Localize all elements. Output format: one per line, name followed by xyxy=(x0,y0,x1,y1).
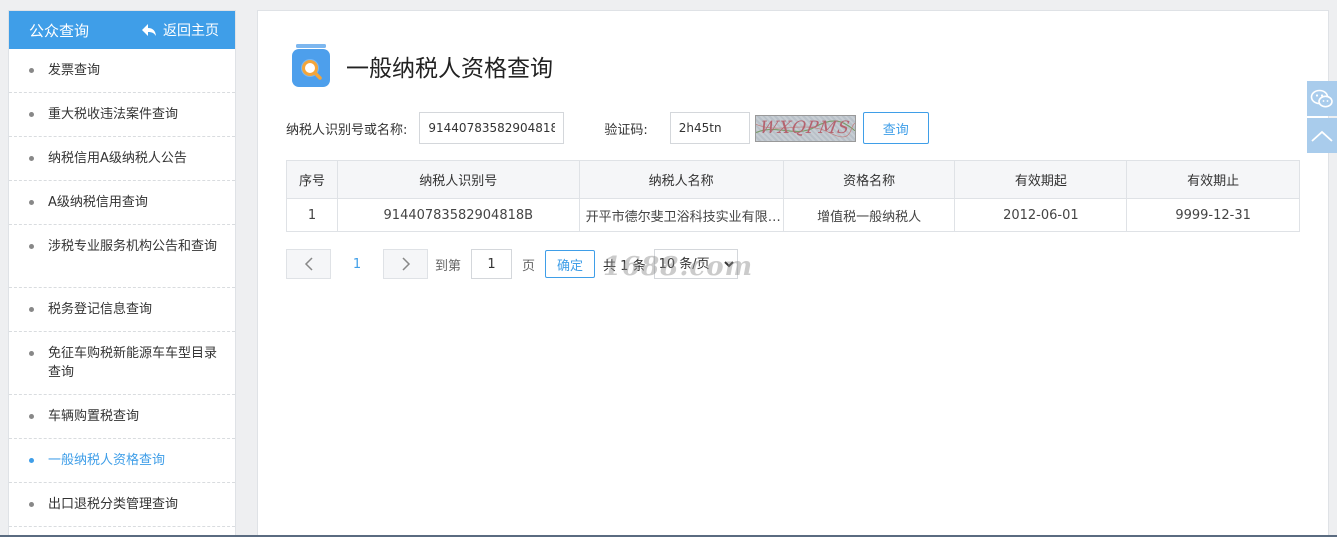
sidebar-menu: 发票查询 重大税收违法案件查询 纳税信用A级纳税人公告 A级纳税信用查询 涉税专… xyxy=(9,49,235,527)
col-header-index: 序号 xyxy=(286,160,338,199)
bullet-icon xyxy=(29,112,34,117)
taxid-input[interactable] xyxy=(419,112,565,144)
search-document-icon xyxy=(292,44,330,87)
table-row: 1 91440783582904818B 开平市德尔斐卫浴科技实业有限公司 增值… xyxy=(286,198,1300,232)
sidebar-item-tax-agency-query[interactable]: 涉税专业服务机构公告和查询 xyxy=(9,225,235,288)
captcha-text: WXQPMS xyxy=(758,118,853,138)
bullet-icon xyxy=(29,156,34,161)
float-toolbar xyxy=(1307,81,1337,155)
sidebar-item-label: 车辆购置税查询 xyxy=(48,409,140,424)
bullet-icon xyxy=(29,502,34,507)
sidebar-item-label: 发票查询 xyxy=(48,63,101,78)
back-home-link[interactable]: 返回主页 xyxy=(141,20,219,40)
total-count: 共 1 条 xyxy=(603,258,646,274)
sidebar-item-a-level-announcement[interactable]: 纳税信用A级纳税人公告 xyxy=(9,137,235,181)
sidebar-item-major-violation-query[interactable]: 重大税收违法案件查询 xyxy=(9,93,235,137)
pagination: 1 到第 页 确定 共 1 条 10 条/页 xyxy=(286,249,738,279)
bullet-icon xyxy=(29,200,34,205)
bullet-icon xyxy=(29,307,34,312)
sidebar-item-label: 一般纳税人资格查询 xyxy=(48,453,166,468)
bullet-icon xyxy=(29,68,34,73)
cell-valid-to: 9999-12-31 xyxy=(1126,198,1300,232)
sidebar-title: 公众查询 xyxy=(29,21,90,40)
sidebar-item-label: 涉税专业服务机构公告和查询 xyxy=(48,239,218,254)
page-unit-label: 页 xyxy=(522,258,536,274)
bullet-icon xyxy=(29,414,34,419)
sidebar-header: 公众查询 返回主页 xyxy=(9,11,235,49)
captcha-input[interactable] xyxy=(669,112,750,144)
chevron-left-icon xyxy=(304,257,313,271)
page-size-select[interactable]: 10 条/页 xyxy=(653,249,738,279)
bullet-icon xyxy=(29,351,34,356)
sidebar-item-label: 纳税信用A级纳税人公告 xyxy=(48,151,187,166)
page-header: 一般纳税人资格查询 xyxy=(288,43,553,89)
goto-page-input[interactable] xyxy=(471,249,513,279)
taxid-label: 纳税人识别号或名称: xyxy=(286,122,408,138)
cell-qualification: 增值税一般纳税人 xyxy=(782,198,956,232)
chevron-up-icon xyxy=(1311,130,1333,142)
sidebar-item-label: 税务登记信息查询 xyxy=(48,302,153,317)
col-header-qualification: 资格名称 xyxy=(782,160,956,199)
result-table: 序号 纳税人识别号 纳税人名称 资格名称 有效期起 有效期止 1 9144078… xyxy=(286,160,1300,232)
back-home-label: 返回主页 xyxy=(163,23,219,39)
captcha-label: 验证码: xyxy=(604,122,648,138)
cell-index: 1 xyxy=(286,198,338,232)
next-page-button[interactable] xyxy=(383,249,428,279)
goto-confirm-button[interactable]: 确定 xyxy=(545,250,596,278)
chevron-right-icon xyxy=(401,257,410,271)
page-title: 一般纳税人资格查询 xyxy=(346,56,553,82)
sidebar: 公众查询 返回主页 发票查询 重大税收违法案件查询 纳税信用A级纳税人公告 A级… xyxy=(8,10,236,537)
page-number[interactable]: 1 xyxy=(331,257,383,272)
cell-taxid: 91440783582904818B xyxy=(336,198,580,232)
bullet-icon xyxy=(29,244,34,249)
main-panel: 一般纳税人资格查询 纳税人识别号或名称: 验证码: WXQPMS 查询 序号 纳… xyxy=(257,10,1329,537)
sidebar-item-new-energy-vehicle-query[interactable]: 免征车购税新能源车车型目录查询 xyxy=(9,332,235,395)
col-header-valid-to: 有效期止 xyxy=(1126,160,1300,199)
col-header-name: 纳税人名称 xyxy=(578,160,784,199)
sidebar-item-label: 免征车购税新能源车车型目录查询 xyxy=(48,346,218,380)
table-header-row: 序号 纳税人识别号 纳税人名称 资格名称 有效期起 有效期止 xyxy=(286,160,1300,199)
query-form: 纳税人识别号或名称: 验证码: WXQPMS 查询 xyxy=(286,112,929,144)
sidebar-item-export-rebate-query[interactable]: 出口退税分类管理查询 xyxy=(9,483,235,527)
sidebar-item-label: A级纳税信用查询 xyxy=(48,195,148,210)
cell-name: 开平市德尔斐卫浴科技实业有限公司 xyxy=(578,198,784,232)
query-button[interactable]: 查询 xyxy=(862,112,929,144)
sidebar-item-tax-registration-query[interactable]: 税务登记信息查询 xyxy=(9,288,235,332)
col-header-taxid: 纳税人识别号 xyxy=(336,160,580,199)
wechat-icon xyxy=(1310,89,1333,107)
goto-label: 到第 xyxy=(435,258,462,274)
cell-valid-from: 2012-06-01 xyxy=(954,198,1128,232)
bullet-icon xyxy=(29,458,34,463)
sidebar-item-label: 出口退税分类管理查询 xyxy=(48,497,179,512)
sidebar-item-label: 重大税收违法案件查询 xyxy=(48,107,179,122)
back-arrow-icon xyxy=(142,24,156,36)
captcha-image[interactable]: WXQPMS xyxy=(754,114,856,142)
sidebar-item-a-level-credit-query[interactable]: A级纳税信用查询 xyxy=(9,181,235,225)
wechat-button[interactable] xyxy=(1307,81,1337,116)
sidebar-item-vehicle-purchase-tax-query[interactable]: 车辆购置税查询 xyxy=(9,395,235,439)
sidebar-item-general-taxpayer-query[interactable]: 一般纳税人资格查询 xyxy=(9,439,235,483)
prev-page-button[interactable] xyxy=(286,249,331,279)
col-header-valid-from: 有效期起 xyxy=(954,160,1128,199)
sidebar-item-invoice-query[interactable]: 发票查询 xyxy=(9,49,235,93)
back-to-top-button[interactable] xyxy=(1307,118,1337,153)
